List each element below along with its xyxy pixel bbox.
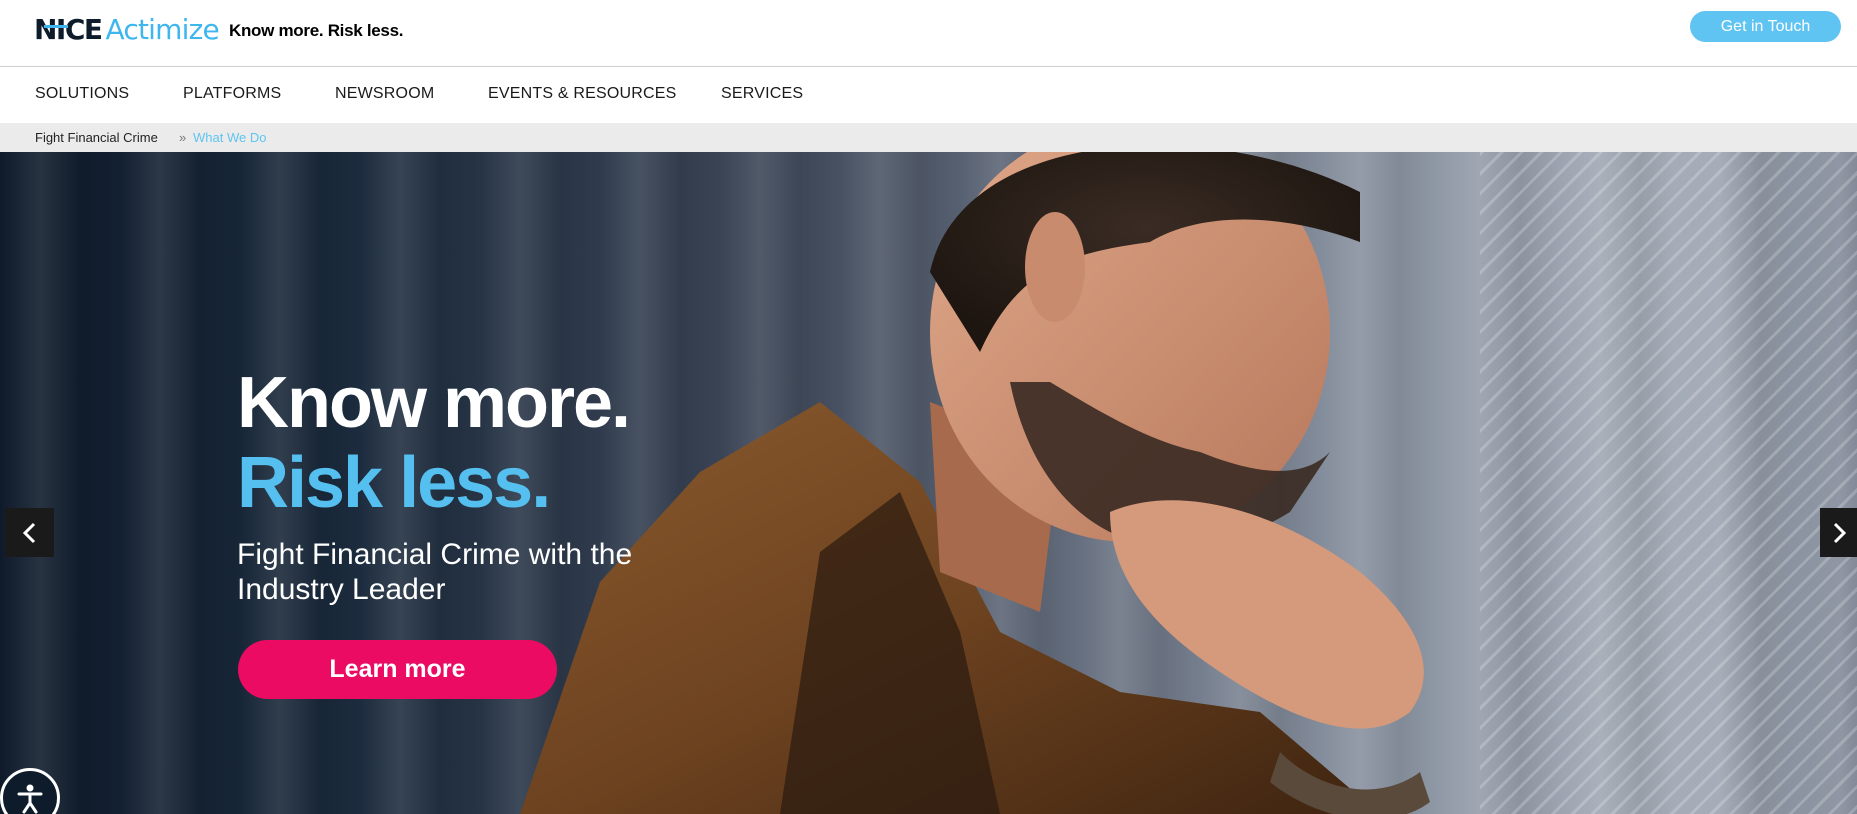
breadcrumb-separator: »	[179, 130, 187, 145]
hero-banner: Know more. Risk less. Fight Financial Cr…	[0, 152, 1857, 814]
breadcrumb-item-what-we-do: What We Do	[193, 130, 267, 145]
nav-item-solutions[interactable]: SOLUTIONS	[35, 85, 129, 103]
breadcrumb: Fight Financial Crime » What We Do	[0, 123, 1857, 152]
carousel-prev-button[interactable]	[5, 508, 54, 557]
get-in-touch-button[interactable]: Get in Touch	[1690, 11, 1841, 42]
hero-subline-line1: Fight Financial Crime with the	[237, 538, 633, 571]
chevron-right-icon	[1833, 522, 1846, 543]
nice-actimize-logo[interactable]: NICE Actimize	[34, 13, 220, 46]
nav-item-services[interactable]: SERVICES	[721, 85, 803, 103]
breadcrumb-item-fight-financial-crime[interactable]: Fight Financial Crime	[35, 130, 158, 145]
nav-item-newsroom[interactable]: NEWSROOM	[335, 85, 434, 103]
logo-actimize-text: Actimize	[105, 13, 220, 46]
chevron-left-icon	[22, 522, 35, 543]
hero-subline-line2: Industry Leader	[237, 573, 446, 606]
nav-item-events-resources[interactable]: EVENTS & RESOURCES	[488, 85, 677, 103]
learn-more-button[interactable]: Learn more	[238, 640, 557, 699]
hero-headline-risk-less: Risk less.	[237, 443, 551, 523]
top-header: NICE Actimize Know more. Risk less. Get …	[0, 0, 1857, 67]
hero-headline-know-more: Know more.	[237, 363, 631, 443]
carousel-next-button[interactable]	[1820, 508, 1857, 557]
nav-item-platforms[interactable]: PLATFORMS	[183, 85, 281, 103]
logo-dash-accent	[44, 25, 68, 28]
accessibility-icon	[17, 784, 43, 814]
header-tagline: Know more. Risk less.	[229, 21, 404, 40]
logo-nice-text: NICE	[34, 13, 103, 46]
main-navigation: SOLUTIONS PLATFORMS NEWSROOM EVENTS & RE…	[0, 67, 1857, 123]
